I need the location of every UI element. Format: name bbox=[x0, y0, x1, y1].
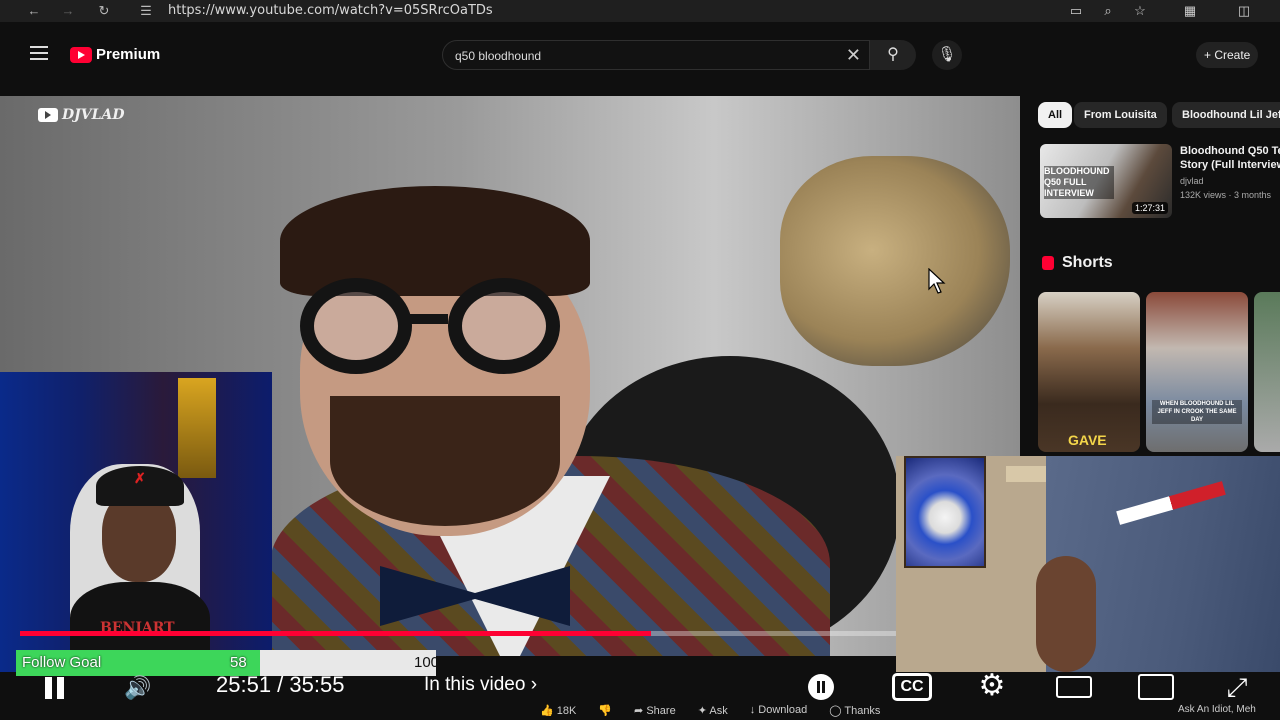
glasses-bridge bbox=[408, 314, 448, 324]
hamburger-menu-icon[interactable] bbox=[30, 46, 48, 60]
bookmark-star-icon[interactable]: ☆ bbox=[1130, 1, 1150, 21]
arrow-right-icon[interactable]: → bbox=[58, 1, 78, 21]
recommended-channel-name[interactable]: djvlad bbox=[1180, 176, 1204, 186]
follow-goal-label: Follow Goal bbox=[22, 654, 102, 671]
browser-toolbar: ← → ↻ ☰ https://www.youtube.com/watch?v=… bbox=[0, 0, 1280, 22]
chip-all[interactable]: All bbox=[1038, 102, 1073, 128]
install-app-icon[interactable]: ▭ bbox=[1066, 1, 1086, 21]
shorts-section-header: Shorts bbox=[1042, 254, 1113, 272]
recommended-video-title-line2[interactable]: Story (Full Interview) bbox=[1180, 158, 1280, 172]
volume-icon[interactable]: 🔊 bbox=[124, 674, 164, 702]
share-label: Share bbox=[646, 704, 676, 717]
recommended-video-thumbnail[interactable]: BLOODHOUND Q50 FULL INTERVIEW 1:27:31 bbox=[1040, 144, 1172, 218]
ask-button[interactable]: ✦ Ask bbox=[698, 704, 728, 717]
pause-button[interactable] bbox=[42, 675, 68, 701]
voice-search-button[interactable]: 🎙 bbox=[932, 40, 962, 70]
like-button[interactable]: 👍 18K bbox=[540, 704, 576, 717]
ask-label: Ask bbox=[709, 704, 728, 717]
short-thumbnail[interactable]: WHEN BLOODHOUND LIL JEFF IN CROOK THE SA… bbox=[1146, 292, 1248, 452]
extensions-icon[interactable]: ▦ bbox=[1180, 1, 1200, 21]
pause-icon bbox=[57, 677, 64, 699]
thanks-button[interactable]: ◯ Thanks bbox=[829, 704, 880, 717]
right-glasses-lens bbox=[448, 278, 560, 374]
pause-icon bbox=[45, 677, 52, 699]
search-input[interactable] bbox=[455, 47, 815, 65]
captions-button[interactable]: CC bbox=[892, 673, 932, 701]
download-label: Download bbox=[758, 704, 808, 716]
channel-watermark: DJVLAD bbox=[38, 107, 124, 123]
short-thumbnail[interactable] bbox=[1254, 292, 1280, 452]
shorts-icon bbox=[1042, 256, 1054, 270]
flower-painting bbox=[904, 456, 986, 568]
gear-icon[interactable]: ⚙ bbox=[974, 670, 1010, 702]
sidebar-icon[interactable]: ◫ bbox=[1234, 1, 1254, 21]
youtube-header: Premium ✕ ⚲ 🎙 + Create bbox=[0, 22, 1280, 90]
short-caption: GAVE bbox=[1068, 432, 1107, 448]
related-sidebar: All From Louisita Bloodhound Lil Jeff BL… bbox=[1026, 96, 1280, 456]
clear-search-icon[interactable]: ✕ bbox=[846, 45, 861, 66]
youtube-play-logo-icon bbox=[70, 46, 92, 63]
zoom-icon[interactable]: ⌕ bbox=[1098, 1, 1118, 21]
watermark-text: DJVLAD bbox=[62, 107, 125, 123]
chip-from-channel[interactable]: From Louisita bbox=[1074, 102, 1167, 128]
youtube-logo[interactable]: Premium bbox=[70, 46, 160, 63]
search-button[interactable]: ⚲ bbox=[870, 40, 916, 70]
chevron-right-icon: › bbox=[530, 674, 538, 695]
recommended-video-title[interactable]: Bloodhound Q50 Tel bbox=[1180, 144, 1280, 158]
drum-kit bbox=[780, 156, 1010, 366]
thanks-label: Thanks bbox=[844, 704, 881, 717]
follow-goal-target: 100 bbox=[414, 654, 440, 671]
interviewee-beard bbox=[330, 396, 560, 526]
site-info-icon[interactable]: ☰ bbox=[136, 1, 156, 21]
search-icon: ⚲ bbox=[887, 46, 899, 63]
chapters-label: In this video bbox=[424, 674, 526, 695]
search-box[interactable]: ✕ bbox=[442, 40, 870, 70]
cast-icon[interactable] bbox=[1138, 674, 1174, 700]
miniplayer-icon[interactable] bbox=[1056, 676, 1092, 698]
cap-logo: ✗ bbox=[134, 470, 146, 486]
streamer-webcam-overlay: ✗ BENJART bbox=[0, 372, 272, 672]
second-webcam-overlay bbox=[896, 456, 1280, 672]
watermark-play-icon bbox=[38, 108, 58, 122]
follow-goal-current: 58 bbox=[230, 654, 247, 671]
address-bar[interactable]: https://www.youtube.com/watch?v=05SRrcOa… bbox=[168, 3, 493, 18]
thumbnail-caption: BLOODHOUND Q50 FULL INTERVIEW bbox=[1044, 166, 1114, 199]
video-duration: 1:27:31 bbox=[1131, 202, 1168, 214]
time-display: 25:51 / 35:55 bbox=[216, 672, 345, 697]
create-button[interactable]: + Create bbox=[1196, 42, 1259, 68]
mini-pause-button[interactable] bbox=[808, 674, 834, 700]
reload-icon[interactable]: ↻ bbox=[94, 1, 114, 21]
microphone-icon: 🎙 bbox=[937, 46, 957, 63]
progress-played bbox=[20, 631, 651, 636]
chip-bloodhound[interactable]: Bloodhound Lil Jeff bbox=[1172, 102, 1280, 128]
like-count: 18K bbox=[556, 704, 577, 717]
youtube-watch-screen: ← → ↻ ☰ https://www.youtube.com/watch?v=… bbox=[0, 0, 1280, 720]
arrow-left-icon[interactable]: ← bbox=[24, 1, 44, 21]
mouse-cursor-icon bbox=[928, 268, 946, 294]
webcam-window bbox=[178, 378, 216, 478]
person-arm bbox=[1036, 556, 1096, 672]
recommended-video-meta: 132K views · 3 months bbox=[1180, 190, 1272, 200]
interviewee-hair bbox=[280, 186, 590, 296]
shorts-label: Shorts bbox=[1062, 254, 1113, 271]
bottom-right-caption: Ask An Idiot, Meh bbox=[1178, 704, 1256, 715]
download-button[interactable]: ↓ Download bbox=[750, 704, 807, 716]
video-actions-row: 👍 18K 👎 ➦ Share ✦ Ask ↓ Download ◯ Thank… bbox=[540, 700, 880, 720]
fullscreen-icon[interactable]: ⤢ bbox=[1220, 670, 1254, 704]
logo-text: Premium bbox=[96, 46, 161, 63]
chapters-button[interactable]: In this video › bbox=[424, 674, 537, 696]
short-thumbnail[interactable]: GAVE bbox=[1038, 292, 1140, 452]
left-glasses-lens bbox=[300, 278, 412, 374]
video-progress-bar[interactable] bbox=[20, 631, 896, 636]
short-caption: WHEN BLOODHOUND LIL JEFF IN CROOK THE SA… bbox=[1152, 400, 1242, 424]
dislike-icon[interactable]: 👎 bbox=[598, 704, 612, 717]
share-button[interactable]: ➦ Share bbox=[634, 704, 676, 717]
